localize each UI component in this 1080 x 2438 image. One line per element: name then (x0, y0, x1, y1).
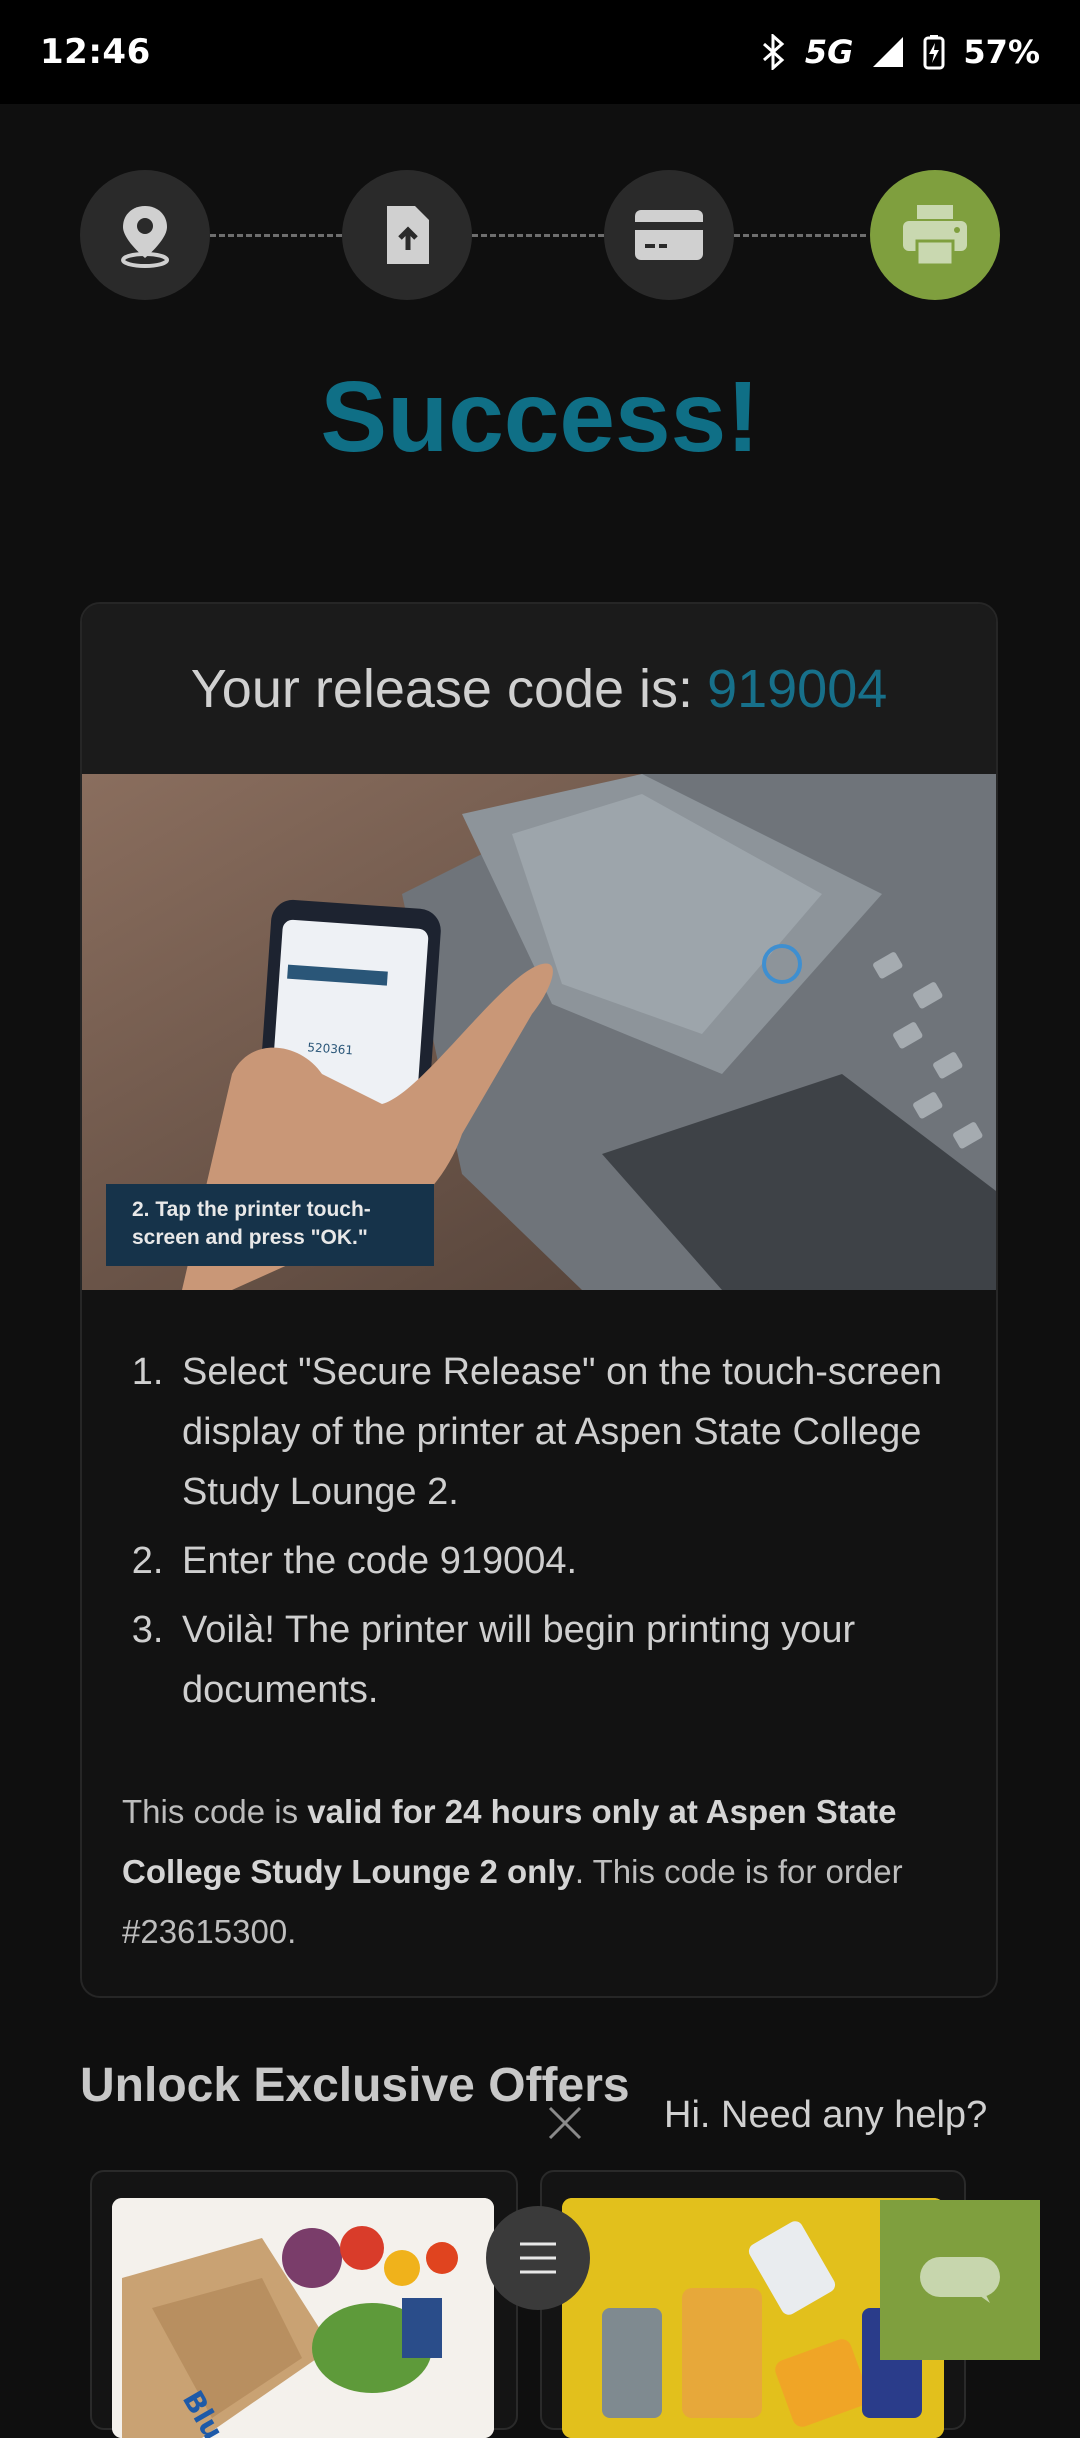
status-time: 12:46 (40, 32, 151, 72)
status-bar: 12:46 5G 57% (0, 0, 1080, 104)
instruction-item: Voilà! The printer will begin printing y… (174, 1600, 956, 1720)
signal-icon (873, 37, 904, 67)
step-connector (472, 234, 604, 237)
photo-caption-line: screen and press "OK." (132, 1226, 368, 1249)
instruction-photo: 520361 2. Tap the printer touch- screen … (82, 774, 996, 1290)
help-bubble-text: Hi. Need any help? (664, 2093, 988, 2136)
photo-caption-line: 2. Tap the printer touch- (132, 1198, 371, 1221)
menu-button[interactable] (486, 2206, 590, 2310)
location-pin-icon (121, 206, 169, 268)
help-chat-bubble[interactable]: Hi. Need any help? (664, 2080, 1034, 2150)
code-validity-note: This code is valid for 24 hours only at … (122, 1782, 956, 1962)
step-connector (210, 234, 342, 237)
hamburger-menu-icon (520, 2242, 556, 2274)
meal-box-illustration: Blue Apron (112, 2198, 494, 2438)
battery-charging-icon (923, 35, 945, 70)
step-location[interactable] (80, 170, 210, 300)
chat-button[interactable] (880, 2200, 1040, 2360)
step-connector (734, 234, 866, 237)
note-text: This code is (122, 1793, 308, 1830)
file-upload-icon (387, 206, 429, 264)
offer-image-blue-apron: Blue Apron (112, 2198, 494, 2438)
battery-level: 57% (963, 33, 1040, 71)
release-instructions: Select "Secure Release" on the touch-scr… (82, 1342, 956, 1720)
credit-card-icon (635, 210, 703, 260)
release-code-header: Your release code is: 919004 (82, 604, 996, 774)
status-icons: 5G 57% (761, 33, 1040, 71)
offer-card[interactable]: Blue Apron (90, 2170, 518, 2438)
printer-icon (903, 205, 967, 267)
instruction-item: Enter the code 919004. (174, 1531, 956, 1591)
close-icon[interactable] (540, 2098, 590, 2148)
step-upload[interactable] (342, 170, 472, 300)
release-code-value: 919004 (707, 659, 888, 719)
bluetooth-icon (762, 34, 785, 70)
step-payment[interactable] (604, 170, 734, 300)
network-type: 5G (804, 33, 854, 71)
chat-icon (920, 2257, 1000, 2303)
progress-stepper (80, 170, 1000, 302)
release-code-card: Your release code is: 919004 520361 2. T… (80, 602, 998, 1998)
step-print[interactable] (870, 170, 1000, 300)
photo-caption: 2. Tap the printer touch- screen and pre… (106, 1184, 434, 1266)
page-title: Success! (320, 361, 760, 473)
instruction-item: Select "Secure Release" on the touch-scr… (174, 1342, 956, 1522)
release-code-label: Your release code is: (190, 659, 694, 719)
